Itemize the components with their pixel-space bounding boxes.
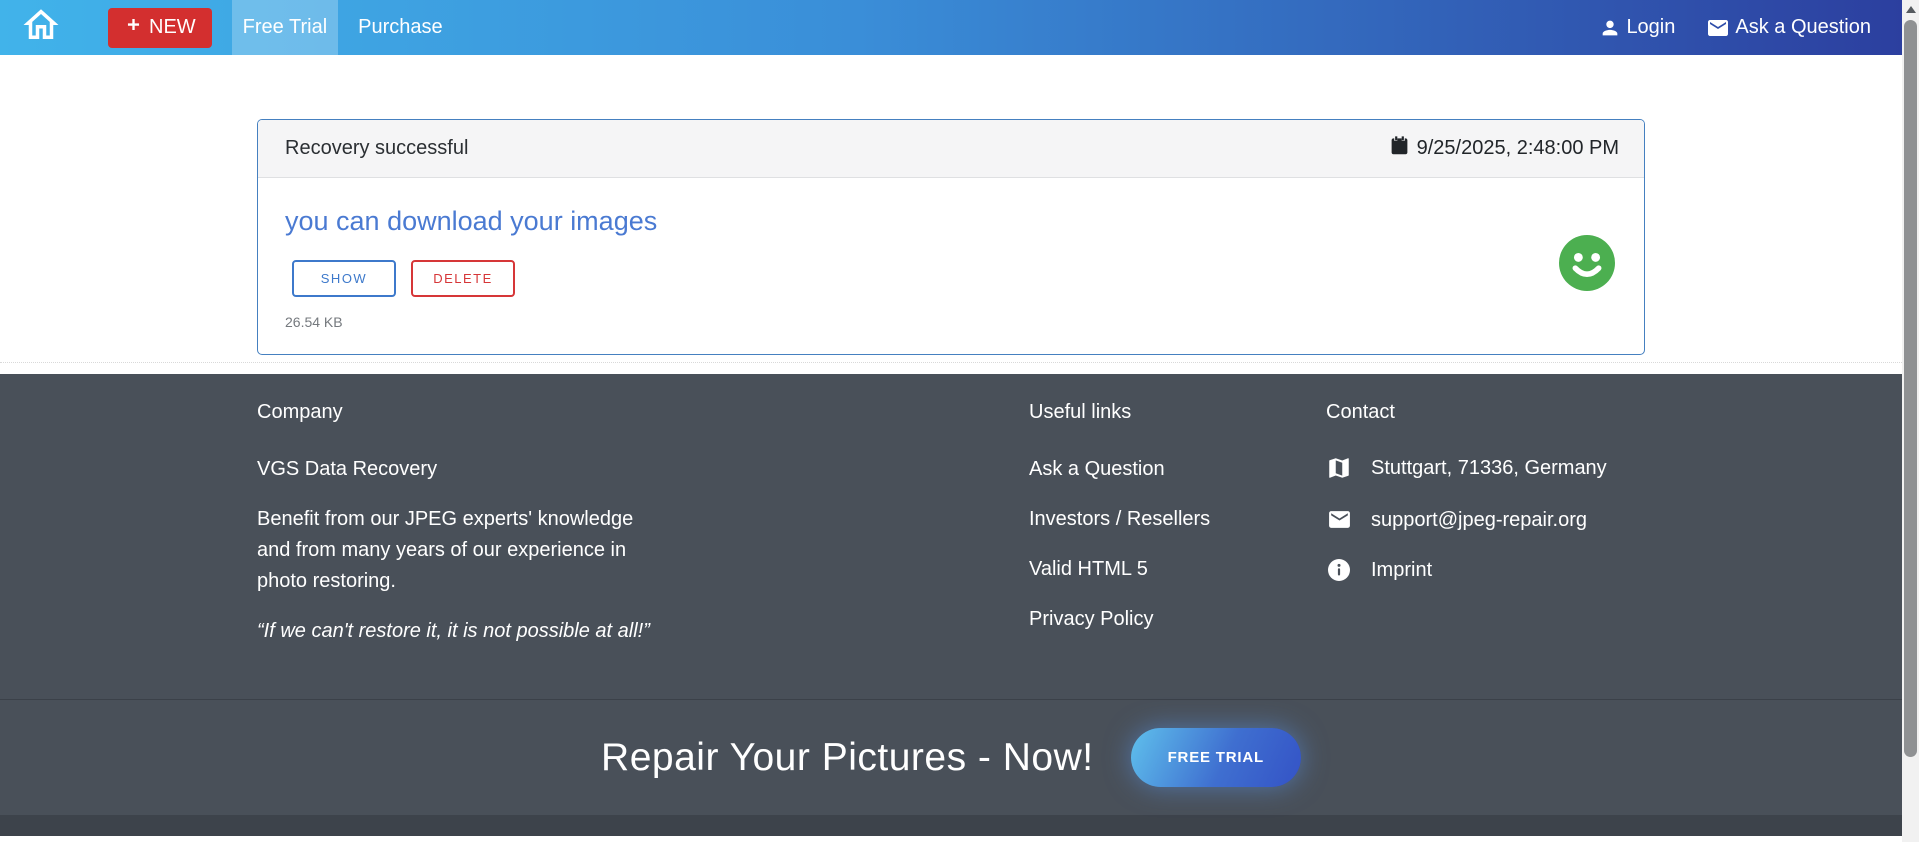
file-size-label: 26.54 KB [285, 314, 343, 330]
navbar-spacer [454, 0, 1600, 55]
envelope-icon [1326, 507, 1352, 532]
pre-footer-rule [0, 362, 1902, 363]
envelope-icon [1706, 16, 1730, 40]
ask-a-question-link[interactable]: Ask a Question [1706, 0, 1871, 55]
tab-free-trial-label: Free Trial [242, 16, 328, 38]
home-icon [20, 4, 62, 51]
cta-section: Repair Your Pictures - Now! FREE TRIAL [0, 700, 1902, 815]
tab-purchase-label: Purchase [358, 16, 443, 38]
scroll-up-arrow-icon [1905, 6, 1916, 13]
person-icon [1599, 17, 1621, 39]
scrollbar-thumb[interactable] [1904, 20, 1917, 757]
scroll-up-button[interactable] [1902, 0, 1919, 19]
login-link[interactable]: Login [1599, 0, 1675, 55]
login-label: Login [1626, 16, 1676, 38]
useful-links-heading: Useful links [1029, 401, 1132, 423]
free-trial-button[interactable]: FREE TRIAL [1130, 728, 1301, 787]
plus-icon [124, 15, 143, 40]
recovery-result-card: Recovery successful 9/25/2025, 2:48:00 P… [257, 119, 1645, 355]
action-buttons: SHOW DELETE [292, 260, 1617, 297]
bottom-bar [0, 815, 1902, 836]
contact-imprint-row: Imprint [1326, 558, 1645, 582]
footer-link-privacy-policy[interactable]: Privacy Policy [1029, 605, 1326, 634]
timestamp-text: 9/25/2025, 2:48:00 PM [1416, 137, 1619, 159]
footer-link-valid-html5[interactable]: Valid HTML 5 [1029, 555, 1326, 584]
calendar-icon [1389, 135, 1410, 162]
contact-location-text: Stuttgart, 71336, Germany [1371, 457, 1607, 479]
card-title: Recovery successful [285, 137, 469, 159]
footer-company-column: Company VGS Data Recovery Benefit from o… [257, 401, 1029, 655]
smiley-face-icon [1559, 235, 1615, 291]
top-navbar: NEW Free Trial Purchase Login Ask a Ques… [0, 0, 1902, 55]
tab-purchase[interactable]: Purchase [347, 0, 454, 55]
contact-email-row: support@jpeg-repair.org [1326, 507, 1645, 532]
contact-heading: Contact [1326, 401, 1395, 423]
footer-columns: Company VGS Data Recovery Benefit from o… [257, 374, 1645, 655]
download-message: you can download your images [285, 206, 658, 236]
card-body: you can download your images SHOW DELETE… [258, 178, 1644, 354]
card-header: Recovery successful 9/25/2025, 2:48:00 P… [258, 120, 1644, 178]
new-button[interactable]: NEW [108, 7, 212, 48]
info-circle-icon [1326, 558, 1352, 582]
company-description: Benefit from our JPEG experts' knowledge… [257, 508, 634, 592]
vertical-scrollbar[interactable] [1902, 0, 1919, 842]
imprint-link[interactable]: Imprint [1371, 558, 1432, 582]
contact-location-row: Stuttgart, 71336, Germany [1326, 455, 1645, 481]
ask-a-question-label: Ask a Question [1735, 16, 1871, 38]
footer-useful-links-column: Useful links Ask a Question Investors / … [1029, 401, 1326, 655]
main-content: Recovery successful 9/25/2025, 2:48:00 P… [0, 55, 1902, 363]
delete-button[interactable]: DELETE [411, 260, 515, 297]
map-icon [1326, 455, 1352, 481]
company-quote: “If we can't restore it, it is not possi… [257, 620, 650, 642]
footer-link-investors-resellers[interactable]: Investors / Resellers [1029, 505, 1326, 534]
contact-email-link[interactable]: support@jpeg-repair.org [1371, 508, 1587, 532]
tab-free-trial[interactable]: Free Trial [231, 0, 339, 55]
page: NEW Free Trial Purchase Login Ask a Ques… [0, 0, 1902, 836]
home-button[interactable] [20, 0, 62, 55]
company-heading: Company [257, 401, 343, 423]
new-button-label: NEW [149, 16, 196, 38]
card-timestamp: 9/25/2025, 2:48:00 PM [1389, 135, 1619, 162]
company-name-link[interactable]: VGS Data Recovery [257, 455, 1029, 484]
footer-contact-column: Contact Stuttgart, 71336, Germany suppor… [1326, 401, 1645, 655]
cta-heading: Repair Your Pictures - Now! [601, 735, 1094, 779]
show-button[interactable]: SHOW [292, 260, 396, 297]
footer: Company VGS Data Recovery Benefit from o… [0, 374, 1902, 815]
footer-link-ask-a-question[interactable]: Ask a Question [1029, 455, 1326, 484]
